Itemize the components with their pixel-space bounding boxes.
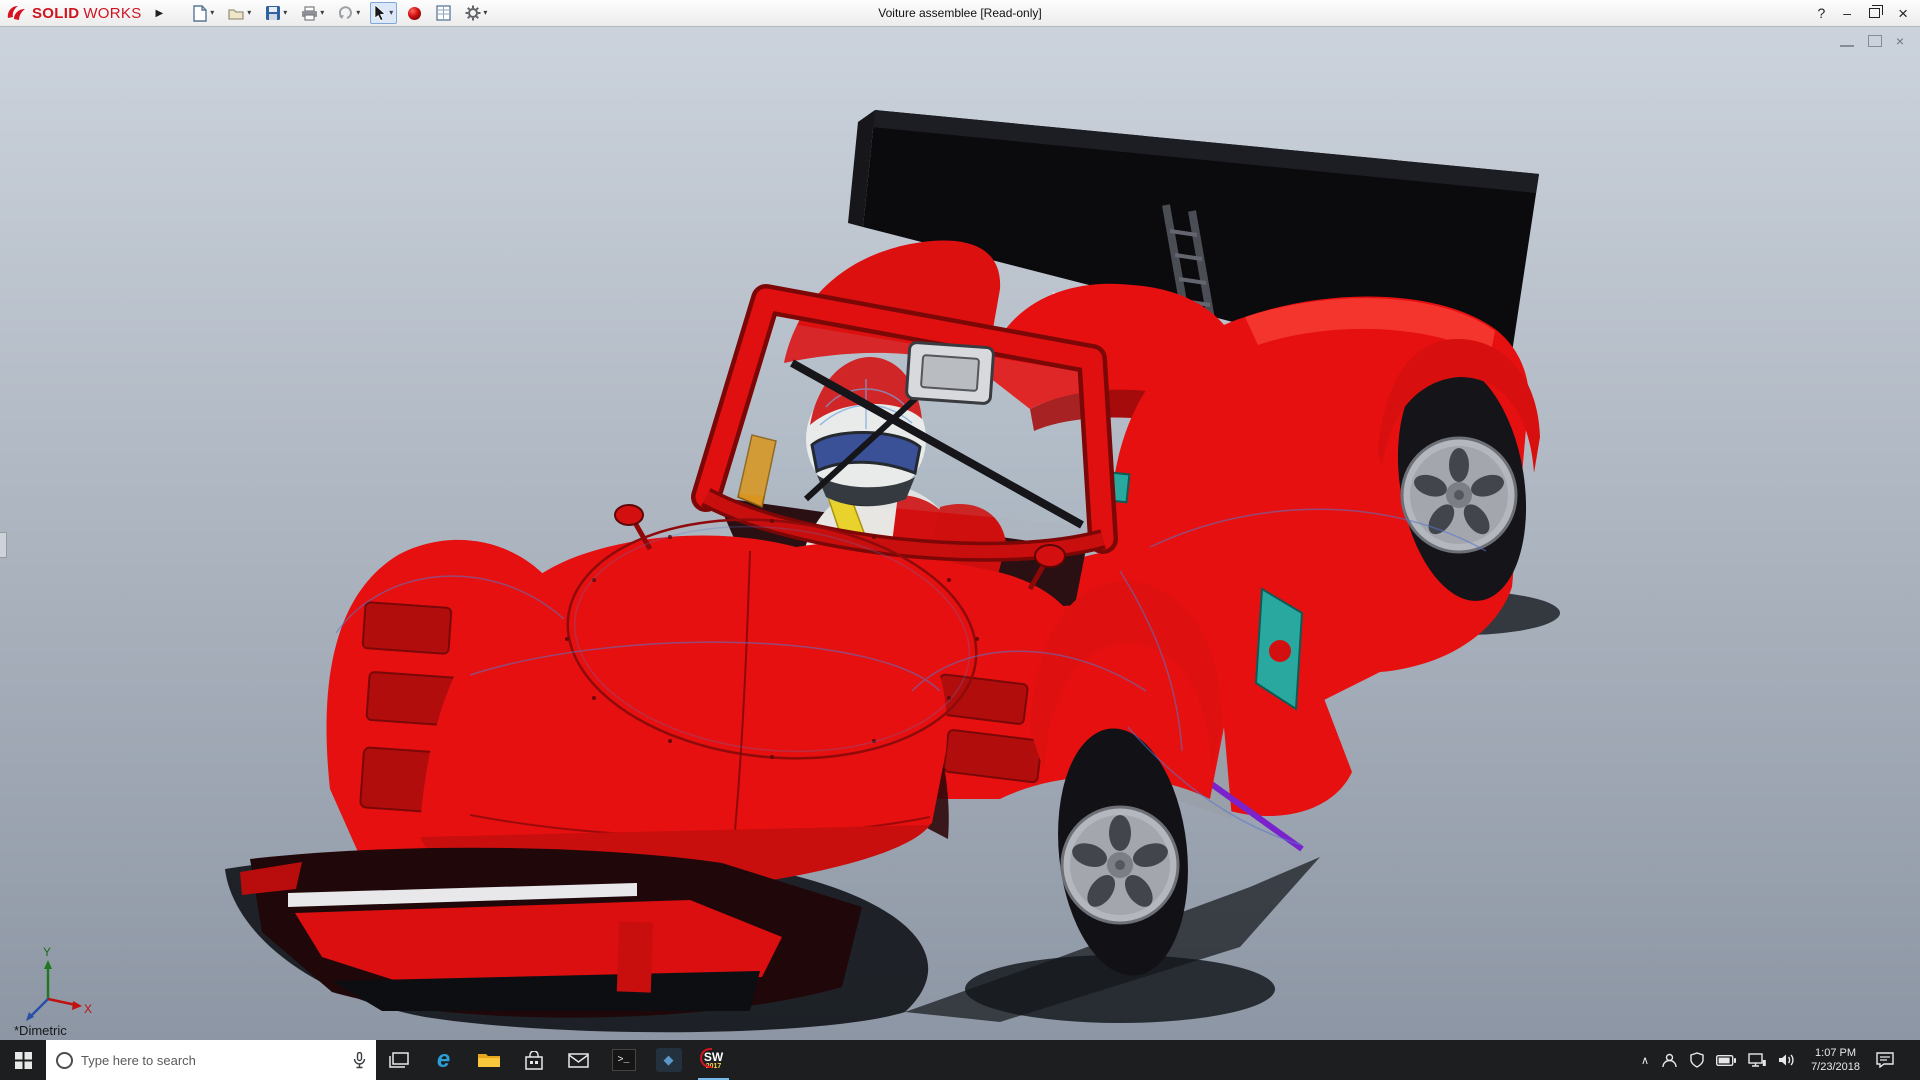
document-minimize-icon[interactable] xyxy=(1840,35,1854,47)
taskbar-search[interactable] xyxy=(46,1040,376,1080)
save-floppy-icon xyxy=(265,5,281,21)
menu-flyout-arrow-icon[interactable]: ▶ xyxy=(148,8,172,19)
window-title: Voiture assemblee [Read-only] xyxy=(878,6,1041,20)
appearance-button[interactable] xyxy=(403,3,426,24)
task-view-button[interactable] xyxy=(376,1040,421,1080)
windows-taskbar: e >_ ◆ xyxy=(0,1040,1920,1080)
options-gear-icon xyxy=(465,5,481,21)
action-center-icon[interactable] xyxy=(1876,1052,1894,1068)
store-bag-icon xyxy=(525,1051,543,1070)
options-button[interactable]: ▾ xyxy=(461,2,491,24)
search-input[interactable] xyxy=(81,1053,345,1068)
command-prompt-icon: >_ xyxy=(612,1049,636,1071)
mail-envelope-icon xyxy=(568,1053,589,1068)
taskbar-apps: e >_ ◆ xyxy=(376,1040,736,1080)
solidworks-swoosh-icon xyxy=(6,4,28,22)
dark-app-button[interactable]: ◆ xyxy=(646,1040,691,1080)
tray-chevron-icon[interactable]: ∧ xyxy=(1641,1054,1649,1067)
open-document-button[interactable]: ▾ xyxy=(224,3,255,24)
brand-text-bold: SOLID xyxy=(32,5,79,22)
dropdown-caret-icon[interactable]: ▾ xyxy=(483,9,487,17)
graphics-area[interactable]: Y X × *Dimetric xyxy=(0,27,1920,1040)
system-tray: ∧ 1:07 PM 7/23/2018 xyxy=(1633,1040,1920,1080)
undo-button[interactable]: ▾ xyxy=(334,3,364,23)
document-restore-icon[interactable] xyxy=(1868,35,1882,47)
dropdown-caret-icon[interactable]: ▾ xyxy=(389,9,393,17)
cortana-icon xyxy=(56,1052,73,1069)
window-controls: ? – × xyxy=(1817,5,1920,22)
file-explorer-button[interactable] xyxy=(466,1040,511,1080)
dropdown-caret-icon[interactable]: ▾ xyxy=(283,9,287,17)
battery-icon[interactable] xyxy=(1716,1055,1736,1066)
new-document-button[interactable]: ▾ xyxy=(189,2,218,25)
open-folder-icon xyxy=(228,6,245,21)
mail-button[interactable] xyxy=(556,1040,601,1080)
edge-browser-button[interactable]: e xyxy=(421,1040,466,1080)
save-button[interactable]: ▾ xyxy=(261,2,291,24)
titlebar: SOLIDWORKS ▶ ▾ ▾ ▾ xyxy=(0,0,1920,27)
taskbar-clock[interactable]: 1:07 PM 7/23/2018 xyxy=(1807,1046,1864,1075)
windows-logo-icon xyxy=(15,1052,32,1069)
help-button[interactable]: ? xyxy=(1817,6,1825,20)
network-icon[interactable] xyxy=(1748,1053,1766,1067)
solidworks-2017-icon: SW 2017 xyxy=(699,1046,729,1074)
quick-access-toolbar: ▾ ▾ ▾ ▾ xyxy=(189,2,491,25)
solidworks-logo[interactable]: SOLIDWORKS xyxy=(0,0,148,26)
microphone-icon[interactable] xyxy=(353,1052,366,1069)
dark-app-icon: ◆ xyxy=(656,1048,682,1072)
brand-text-light: WORKS xyxy=(83,5,141,22)
design-table-button[interactable] xyxy=(432,2,455,24)
3d-scene: Y X xyxy=(0,27,1920,1040)
edge-icon: e xyxy=(437,1046,450,1074)
dropdown-caret-icon[interactable]: ▾ xyxy=(320,9,324,17)
people-icon[interactable] xyxy=(1661,1053,1678,1068)
dropdown-caret-icon[interactable]: ▾ xyxy=(356,9,360,17)
x-axis-label: X xyxy=(84,1002,92,1016)
dropdown-caret-icon[interactable]: ▾ xyxy=(247,9,251,17)
dropdown-caret-icon[interactable]: ▾ xyxy=(210,9,214,17)
solidworks-app-button[interactable]: SW 2017 xyxy=(691,1040,736,1080)
task-view-icon xyxy=(389,1052,409,1068)
defender-shield-icon[interactable] xyxy=(1690,1052,1704,1068)
close-button[interactable]: × xyxy=(1898,5,1908,22)
design-table-icon xyxy=(436,5,451,21)
undo-arrow-icon xyxy=(338,6,354,20)
start-button[interactable] xyxy=(0,1040,46,1080)
solidworks-arc-icon xyxy=(700,1048,712,1068)
document-close-icon[interactable]: × xyxy=(1896,35,1904,47)
select-tool-button[interactable]: ▾ xyxy=(370,2,397,24)
microsoft-store-button[interactable] xyxy=(511,1040,556,1080)
print-button[interactable]: ▾ xyxy=(297,3,328,24)
clock-date: 7/23/2018 xyxy=(1811,1060,1860,1074)
y-axis-label: Y xyxy=(43,945,51,959)
maximize-restore-button[interactable] xyxy=(1869,8,1880,18)
new-document-icon xyxy=(193,5,208,22)
document-window-controls: × xyxy=(1840,35,1904,47)
clock-time: 1:07 PM xyxy=(1811,1046,1860,1060)
printer-icon xyxy=(301,6,318,21)
view-orientation-label: *Dimetric xyxy=(14,1023,67,1038)
select-cursor-icon xyxy=(374,5,387,21)
orientation-triad: Y X xyxy=(26,945,92,1021)
file-explorer-icon xyxy=(477,1051,501,1069)
appearance-sphere-icon xyxy=(407,6,422,21)
intake-box xyxy=(906,342,994,404)
volume-icon[interactable] xyxy=(1778,1053,1795,1067)
minimize-button[interactable]: – xyxy=(1843,6,1851,20)
command-prompt-button[interactable]: >_ xyxy=(601,1040,646,1080)
feature-tree-collapsed-tab[interactable] xyxy=(0,532,7,558)
